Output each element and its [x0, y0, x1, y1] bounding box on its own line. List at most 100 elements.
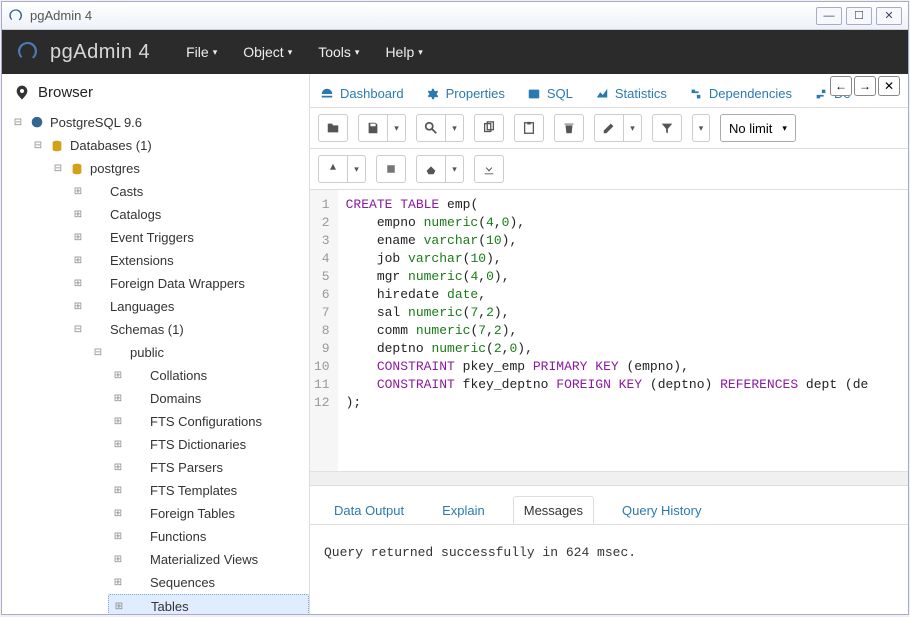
tree-casts[interactable]: ⊞Casts [68, 180, 309, 203]
expand-icon[interactable]: ⊞ [72, 209, 84, 220]
expand-icon[interactable]: ⊞ [72, 232, 84, 243]
top-tabs: Dashboard Properties SQL Statistics Depe… [310, 74, 908, 108]
chevron-down-icon: ▾ [782, 123, 787, 134]
tree-catalogs[interactable]: ⊞Catalogs [68, 203, 309, 226]
tree-fts-templates[interactable]: ⊞FTS Templates [108, 479, 309, 502]
horizontal-scrollbar[interactable] [310, 471, 908, 485]
edit-button[interactable] [594, 114, 624, 142]
collapse-icon[interactable]: ⊟ [32, 140, 44, 151]
output-tab-explain[interactable]: Explain [432, 497, 495, 524]
menubar: pgAdmin 4 File▾ Object▾ Tools▾ Help▾ [2, 30, 908, 74]
paste-button[interactable] [514, 114, 544, 142]
clear-button[interactable] [416, 155, 446, 183]
find-button[interactable] [416, 114, 446, 142]
output-messages: Query returned successfully in 624 msec. [310, 524, 908, 614]
collapse-icon[interactable]: ⊟ [52, 163, 64, 174]
expand-icon[interactable]: ⊞ [112, 485, 124, 496]
output-tab-history[interactable]: Query History [612, 497, 711, 524]
menu-object[interactable]: Object▾ [243, 44, 292, 60]
app-window: pgAdmin 4 — ☐ ✕ pgAdmin 4 File▾ Object▾ … [1, 1, 909, 615]
chevron-down-icon: ▾ [355, 47, 360, 58]
line-gutter: 123456789101112 [310, 190, 338, 471]
menu-help[interactable]: Help▾ [385, 44, 422, 60]
download-button[interactable] [474, 155, 504, 183]
tree-fts-configurations[interactable]: ⊞FTS Configurations [108, 410, 309, 433]
maximize-button[interactable]: ☐ [846, 7, 872, 25]
tree-fts-dictionaries[interactable]: ⊞FTS Dictionaries [108, 433, 309, 456]
tree-tables[interactable]: ⊞Tables [108, 594, 309, 614]
expand-icon[interactable]: ⊞ [113, 601, 125, 612]
tree-schema-public[interactable]: ⊟public [88, 341, 309, 364]
chevron-down-icon: ▾ [288, 47, 293, 58]
nav-forward-button[interactable]: → [854, 76, 876, 96]
tab-dependencies[interactable]: Dependencies [687, 80, 794, 107]
expand-icon[interactable]: ⊞ [112, 577, 124, 588]
chevron-down-icon: ▾ [213, 47, 218, 58]
tree-materialized-views[interactable]: ⊞Materialized Views [108, 548, 309, 571]
output-tabs: Data Output Explain Messages Query Histo… [310, 485, 908, 524]
save-button[interactable] [358, 114, 388, 142]
tree-fdw[interactable]: ⊞Foreign Data Wrappers [68, 272, 309, 295]
copy-button[interactable] [474, 114, 504, 142]
execute-button[interactable] [318, 155, 348, 183]
tab-properties[interactable]: Properties [424, 80, 507, 107]
expand-icon[interactable]: ⊞ [112, 554, 124, 565]
tree-fts-parsers[interactable]: ⊞FTS Parsers [108, 456, 309, 479]
tree-functions[interactable]: ⊞Functions [108, 525, 309, 548]
sql-editor[interactable]: 123456789101112 CREATE TABLE emp( empno … [310, 190, 908, 471]
tab-dashboard[interactable]: Dashboard [318, 80, 406, 107]
chevron-down-icon: ▾ [418, 47, 423, 58]
nav-back-button[interactable]: ← [830, 76, 852, 96]
tree-sequences[interactable]: ⊞Sequences [108, 571, 309, 594]
tree-foreign-tables[interactable]: ⊞Foreign Tables [108, 502, 309, 525]
tab-statistics[interactable]: Statistics [593, 80, 669, 107]
menu-tools[interactable]: Tools▾ [318, 44, 359, 60]
execute-dropdown[interactable]: ▾ [348, 155, 366, 183]
expand-icon[interactable]: ⊞ [72, 301, 84, 312]
expand-icon[interactable]: ⊞ [112, 531, 124, 542]
brand-text: pgAdmin 4 [50, 41, 150, 64]
tree-schemas[interactable]: ⊟Schemas (1) [68, 318, 309, 341]
tree-collations[interactable]: ⊞Collations [108, 364, 309, 387]
save-dropdown[interactable]: ▾ [388, 114, 406, 142]
tree-databases[interactable]: ⊟Databases (1) [28, 134, 309, 157]
tree-event-triggers[interactable]: ⊞Event Triggers [68, 226, 309, 249]
clear-dropdown[interactable]: ▾ [446, 155, 464, 183]
limit-select[interactable]: No limit▾ [720, 114, 796, 142]
minimize-button[interactable]: — [816, 7, 842, 25]
expand-icon[interactable]: ⊞ [72, 255, 84, 266]
menu-file[interactable]: File▾ [186, 44, 217, 60]
open-file-button[interactable] [318, 114, 348, 142]
expand-icon[interactable]: ⊞ [112, 439, 124, 450]
tree-languages[interactable]: ⊞Languages [68, 295, 309, 318]
expand-icon[interactable]: ⊞ [112, 370, 124, 381]
expand-icon[interactable]: ⊞ [112, 462, 124, 473]
tree-extensions[interactable]: ⊞Extensions [68, 249, 309, 272]
delete-button[interactable] [554, 114, 584, 142]
expand-icon[interactable]: ⊞ [112, 508, 124, 519]
tree-domains[interactable]: ⊞Domains [108, 387, 309, 410]
output-tab-data[interactable]: Data Output [324, 497, 414, 524]
collapse-icon[interactable]: ⊟ [92, 347, 104, 358]
filter-button[interactable] [652, 114, 682, 142]
tab-sql[interactable]: SQL [525, 80, 575, 107]
close-window-button[interactable]: ✕ [876, 7, 902, 25]
expand-icon[interactable]: ⊞ [72, 186, 84, 197]
tree-db-postgres[interactable]: ⊟postgres [48, 157, 309, 180]
code-area[interactable]: CREATE TABLE emp( empno numeric(4,0), en… [338, 190, 877, 471]
tree-server[interactable]: ⊟PostgreSQL 9.6 [8, 111, 309, 134]
main-panel: Dashboard Properties SQL Statistics Depe… [310, 74, 908, 614]
titlebar: pgAdmin 4 — ☐ ✕ [2, 2, 908, 30]
collapse-icon[interactable]: ⊟ [72, 324, 84, 335]
nav-close-button[interactable]: ✕ [878, 76, 900, 96]
browser-sidebar: Browser ⊟PostgreSQL 9.6 ⊟Databases (1) ⊟… [2, 74, 310, 614]
find-dropdown[interactable]: ▾ [446, 114, 464, 142]
collapse-icon[interactable]: ⊟ [12, 117, 24, 128]
output-tab-messages[interactable]: Messages [513, 496, 594, 525]
expand-icon[interactable]: ⊞ [112, 416, 124, 427]
filter-dropdown[interactable]: ▾ [692, 114, 710, 142]
expand-icon[interactable]: ⊞ [112, 393, 124, 404]
edit-dropdown[interactable]: ▾ [624, 114, 642, 142]
stop-button[interactable] [376, 155, 406, 183]
expand-icon[interactable]: ⊞ [72, 278, 84, 289]
